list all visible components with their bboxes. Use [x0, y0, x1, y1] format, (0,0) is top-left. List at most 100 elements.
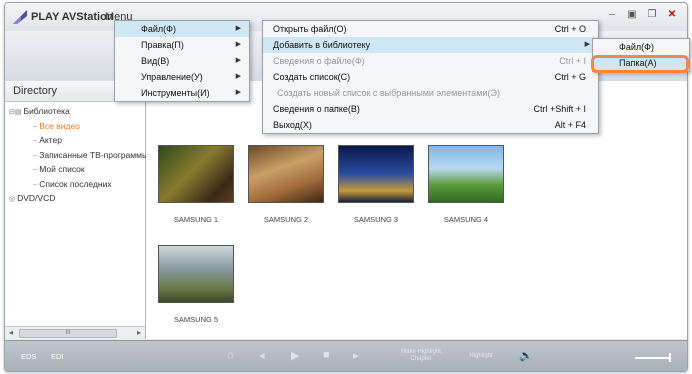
tree-item-actor[interactable]: ┈ Актер	[5, 134, 145, 149]
scroll-left-icon[interactable]: ◂	[9, 327, 13, 339]
submenu-arrow-icon: ▶	[235, 25, 241, 32]
thumbnail-item[interactable]: SAMSUNG 3	[338, 145, 418, 224]
restore-icon[interactable]: ❐	[643, 8, 661, 22]
shortcut-label: Ctrl +Shift + I	[533, 104, 586, 114]
thumbnail-caption: SAMSUNG 2	[263, 215, 309, 224]
menu-item-label: Вид(В)	[141, 56, 170, 66]
submenu-arrow-icon: ▶	[235, 41, 241, 48]
menu-item-open-file[interactable]: Открыть файл(О) Ctrl + O	[263, 21, 598, 37]
tree-item-label: Записанные ТВ-программы	[39, 149, 149, 160]
submenu-arrow-icon: ▶	[235, 89, 241, 96]
menu-item-label: Выход(Х)	[273, 120, 312, 130]
tree-item-library[interactable]: ⊟▤ Библиотека	[5, 105, 145, 120]
menu-item-folder-info[interactable]: Сведения о папке(В) Ctrl +Shift + I	[263, 101, 598, 117]
menu-item-label: Сведения о папке(В)	[273, 104, 360, 114]
video-thumbnail-image[interactable]	[158, 145, 234, 203]
thumbnail-item[interactable]: SAMSUNG 4	[428, 145, 508, 224]
video-thumbnail-image[interactable]	[428, 145, 504, 203]
sidebar-horizontal-scrollbar[interactable]: ◂ III ▸	[5, 326, 145, 339]
submenu-arrow-icon: ▶	[235, 57, 241, 64]
menu-item-label: Инструменты(И)	[141, 88, 210, 98]
menu-item-edit[interactable]: Правка(П) ▶	[115, 37, 249, 53]
edi-button[interactable]: EDI	[51, 352, 64, 361]
menu-item-label: Файл(Ф)	[619, 42, 654, 52]
tree-line-icon: ┈	[33, 123, 38, 131]
menu-item-label: Управление(У)	[141, 72, 203, 82]
app-logo-icon	[13, 10, 27, 24]
scroll-right-icon[interactable]: ▸	[137, 327, 141, 339]
tree-item-dvd[interactable]: ◎ DVD/VCD	[5, 192, 145, 207]
menu-item-file[interactable]: Файл(Ф) ▶	[115, 21, 249, 37]
player-control-bar: EDS EDI ⌂ ◂ ▶ ■ ▸ Make Highlight Chapter…	[5, 340, 687, 371]
volume-icon[interactable]: 🔈	[519, 349, 533, 362]
tree-line-icon: ┈	[33, 181, 38, 189]
menu-item-create-list-from-selection: Создать новый список с выбранными элемен…	[263, 85, 598, 101]
highlight-button[interactable]: Highlight	[461, 353, 501, 360]
tree-line-icon: ┈	[33, 167, 38, 174]
menu-item-create-list[interactable]: Создать список(С) Ctrl + G	[263, 69, 598, 85]
window-controls: – ▣ ❐ ✕	[603, 8, 681, 22]
thumbnail-item[interactable]: SAMSUNG 2	[248, 145, 328, 224]
file-submenu: Открыть файл(О) Ctrl + O Добавить в библи…	[262, 20, 599, 134]
library-icon: ⊟▤	[9, 109, 22, 116]
shortcut-label: Alt + F4	[554, 120, 586, 130]
menu-item-view[interactable]: Вид(В) ▶	[115, 53, 249, 69]
video-thumbnail-image[interactable]	[158, 245, 234, 303]
thumbnail-caption: SAMSUNG 1	[173, 215, 219, 224]
video-thumbnail-image[interactable]	[248, 145, 324, 203]
thumbnail-item[interactable]: SAMSUNG 1	[158, 145, 238, 224]
close-icon[interactable]: ✕	[663, 8, 681, 22]
tree-line-icon: ┈	[33, 152, 38, 160]
play-icon[interactable]: ▶	[291, 349, 299, 362]
tree-item-all-videos[interactable]: ┈ Все видео	[5, 120, 145, 135]
thumbnail-caption: SAMSUNG 3	[353, 215, 399, 224]
tree-item-label: DVD/VCD	[17, 193, 56, 203]
menu-item-label: Добавить в библиотеку	[273, 40, 371, 50]
menu-item-label: Сведения о файле(Ф)	[273, 56, 365, 66]
disc-icon: ◎	[9, 196, 16, 203]
tree-item-my-list[interactable]: ┈ Мой список	[5, 163, 145, 178]
tree-item-label: Актер	[39, 135, 62, 145]
highlight-callout	[591, 55, 689, 73]
shortcut-label: Ctrl + G	[554, 72, 586, 82]
menu-item-label: Создать список(С)	[273, 72, 351, 82]
menu-item-file-info: Сведения о файле(Ф) Ctrl + I	[263, 53, 598, 69]
volume-slider[interactable]	[635, 357, 669, 359]
menu-item-label: Создать новый список с выбранными элемен…	[277, 88, 500, 98]
tree-item-label: Все видео	[39, 120, 80, 131]
tree-item-recent-list[interactable]: ┈ Список последних	[5, 178, 145, 193]
minimize-icon[interactable]: –	[603, 8, 621, 22]
home-icon[interactable]: ⌂	[227, 349, 234, 361]
menu-item-label: Открыть файл(О)	[273, 24, 347, 34]
shortcut-label: Ctrl + I	[559, 56, 586, 66]
app-title: PLAY AVStation	[31, 11, 114, 23]
menu-item-add-file[interactable]: Файл(Ф)	[593, 39, 689, 55]
previous-icon[interactable]: ◂	[259, 349, 265, 362]
menu-item-exit[interactable]: Выход(Х) Alt + F4	[263, 117, 598, 133]
thumbnail-caption: SAMSUNG 4	[443, 215, 489, 224]
menu-item-label: Файл(Ф)	[141, 24, 176, 34]
thumbnail-caption: SAMSUNG 5	[173, 315, 219, 324]
tree-line-icon: ┈	[33, 138, 38, 145]
thumbnail-item[interactable]: SAMSUNG 5	[158, 245, 238, 324]
sidebar: Directory ⊟▤ Библиотека ┈ Все видео ┈ Актер…	[5, 81, 149, 339]
next-icon[interactable]: ▸	[353, 349, 359, 362]
maximize-icon[interactable]: ▣	[623, 8, 641, 22]
video-thumbnail-image[interactable]	[338, 145, 414, 203]
scrollbar-thumb[interactable]: III	[19, 329, 117, 338]
tree-item-label: Список последних	[39, 178, 112, 189]
submenu-arrow-icon: ▶	[584, 41, 590, 48]
eds-button[interactable]: EDS	[21, 352, 36, 361]
main-menu: Файл(Ф) ▶ Правка(П) ▶ Вид(В) ▶ Управление(У…	[114, 20, 250, 102]
submenu-arrow-icon: ▶	[235, 73, 241, 80]
menu-item-tools[interactable]: Инструменты(И) ▶	[115, 85, 249, 101]
directory-tree: ⊟▤ Библиотека ┈ Все видео ┈ Актер ┈ Записанн…	[5, 102, 149, 207]
volume-slider-handle[interactable]	[669, 353, 671, 362]
tree-item-label: Библиотека	[23, 106, 70, 116]
tree-item-recorded-tv[interactable]: ┈ Записанные ТВ-программы	[5, 149, 149, 164]
stop-icon[interactable]: ■	[323, 349, 330, 361]
make-highlight-chapter-button[interactable]: Make Highlight Chapter	[391, 349, 451, 363]
menu-item-control[interactable]: Управление(У) ▶	[115, 69, 249, 85]
menu-item-add-to-library[interactable]: Добавить в библиотеку ▶	[263, 37, 598, 53]
shortcut-label: Ctrl + O	[554, 24, 586, 34]
